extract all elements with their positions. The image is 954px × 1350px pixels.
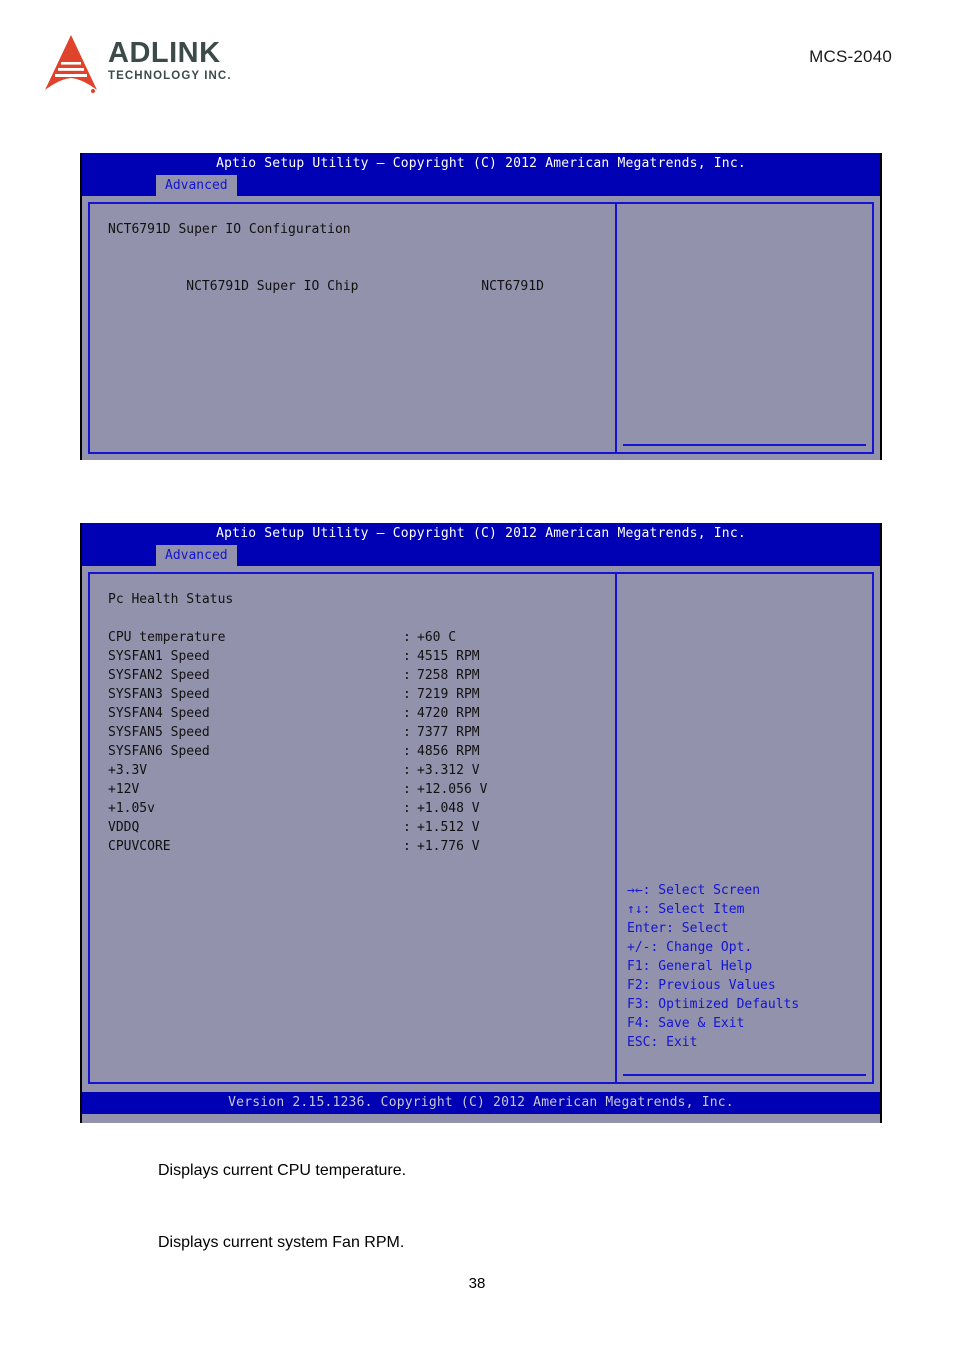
- pc-health-label: SYSFAN1 Speed: [108, 649, 210, 664]
- pc-health-row[interactable]: SYSFAN4 Speed:4720 RPM: [108, 704, 615, 723]
- pc-health-label: SYSFAN3 Speed: [108, 687, 210, 702]
- pc-health-row[interactable]: VDDQ: +1.512 V: [108, 818, 615, 837]
- pc-health-value: 4720 RPM: [417, 706, 480, 721]
- pc-health-separator: :: [403, 668, 411, 683]
- pc-health-value: +1.048 V: [417, 801, 480, 816]
- pc-health-label: SYSFAN5 Speed: [108, 725, 210, 740]
- pc-health-value: 7258 RPM: [417, 668, 480, 683]
- description-paragraph-2: Displays current system Fan RPM.: [158, 1234, 405, 1251]
- adlink-logo: ADLINK TECHNOLOGY INC.: [42, 34, 262, 96]
- help-key-line: ESC: Exit: [627, 1035, 698, 1050]
- section-title-2: Pc Health Status: [108, 592, 234, 607]
- pc-health-value: +1.512 V: [417, 820, 480, 835]
- pc-health-separator: :: [403, 744, 411, 759]
- help-key-line: →←: Select Screen: [627, 883, 761, 898]
- pc-health-label: SYSFAN4 Speed: [108, 706, 210, 721]
- bios-screenshot-pc-health: Aptio Setup Utility – Copyright (C) 2012…: [80, 523, 882, 1123]
- section-title-1: NCT6791D Super IO Configuration: [108, 222, 351, 237]
- help-key-line: +/-: Change Opt.: [627, 940, 753, 955]
- help-key-line: Enter: Select: [627, 921, 729, 936]
- bios-tab-bar-2: Advanced: [82, 545, 880, 566]
- pc-health-value: +3.312 V: [417, 763, 480, 778]
- tab-advanced-2[interactable]: Advanced: [156, 545, 237, 566]
- pc-health-separator: :: [403, 820, 411, 835]
- pc-health-label: +3.3V: [108, 763, 148, 778]
- bios-version-text: Version 2.15.1236. Copyright (C) 2012 Am…: [228, 1095, 734, 1110]
- pc-health-separator: :: [403, 763, 411, 778]
- bios-foot-gap: [82, 1084, 880, 1092]
- description-paragraph-1: Displays current CPU temperature.: [158, 1162, 407, 1179]
- pc-health-row[interactable]: +1.05v: +1.048 V: [108, 799, 615, 818]
- pc-health-row-list: CPU temperature: +60 C SYSFAN1 Speed:4515 …: [108, 628, 615, 856]
- bios-help-pane-2: →←: Select Screen ↑↓: Select Item Enter: S…: [616, 572, 874, 1084]
- setting-value: NCT6791D: [481, 279, 544, 294]
- pc-health-row[interactable]: SYSFAN1 Speed:4515 RPM: [108, 647, 615, 666]
- pc-health-value: 7377 RPM: [417, 725, 480, 740]
- pc-health-label: +1.05v: [108, 801, 155, 816]
- pc-health-separator: :: [403, 687, 411, 702]
- pc-health-separator: :: [403, 725, 411, 740]
- bios-title-bar-2: Aptio Setup Utility – Copyright (C) 2012…: [82, 523, 880, 545]
- help-key-line: F3: Optimized Defaults: [627, 997, 800, 1012]
- document-model-label: MCS-2040: [809, 47, 892, 66]
- page-number: 38: [468, 1275, 486, 1292]
- pc-health-row[interactable]: SYSFAN5 Speed:7377 RPM: [108, 723, 615, 742]
- pc-health-label: SYSFAN6 Speed: [108, 744, 210, 759]
- pc-health-row[interactable]: SYSFAN6 Speed:4856 RPM: [108, 742, 615, 761]
- pc-health-row[interactable]: +3.3V: +3.312 V: [108, 761, 615, 780]
- bios-title-text-1: Aptio Setup Utility – Copyright (C) 2012…: [216, 156, 746, 171]
- bios-settings-pane-2: Pc Health Status CPU temperature: +60 C SY…: [88, 572, 616, 1084]
- pc-health-value: 7219 RPM: [417, 687, 480, 702]
- pc-health-separator: :: [403, 649, 411, 664]
- pc-health-label: CPUVCORE: [108, 839, 171, 854]
- pc-health-value: +1.776 V: [417, 839, 480, 854]
- bios-tab-bar-1: Advanced: [82, 175, 880, 196]
- help-key-line: ↑↓: Select Item: [627, 902, 745, 917]
- pc-health-row[interactable]: SYSFAN2 Speed:7258 RPM: [108, 666, 615, 685]
- help-separator-2: [623, 1074, 866, 1076]
- pc-health-row[interactable]: +12V: +12.056 V: [108, 780, 615, 799]
- help-key-line: F4: Save & Exit: [627, 1016, 745, 1031]
- setting-row-super-io-chip[interactable]: NCT6791D Super IO Chip NCT6791D: [108, 258, 615, 315]
- help-key-line: F1: General Help: [627, 959, 753, 974]
- pc-health-value: 4515 RPM: [417, 649, 480, 664]
- help-separator-1: [623, 444, 866, 446]
- help-key-line: F2: Previous Values: [627, 978, 776, 993]
- bios-title-bar-1: Aptio Setup Utility – Copyright (C) 2012…: [82, 153, 880, 175]
- bios-screenshot-super-io: Aptio Setup Utility – Copyright (C) 2012…: [80, 153, 882, 460]
- pc-health-label: +12V: [108, 782, 140, 797]
- pc-health-label: SYSFAN2 Speed: [108, 668, 210, 683]
- pc-health-row[interactable]: CPU temperature: +60 C: [108, 628, 615, 647]
- pc-health-value: 4856 RPM: [417, 744, 480, 759]
- tab-advanced-1[interactable]: Advanced: [156, 175, 237, 196]
- pc-health-value: +12.056 V: [417, 782, 488, 797]
- pc-health-separator: :: [403, 782, 411, 797]
- logo-tagline: TECHNOLOGY INC.: [108, 70, 232, 82]
- pc-health-value: +60 C: [417, 630, 457, 645]
- bios-help-pane-1: [616, 202, 874, 454]
- logo-brand-name: ADLINK: [108, 37, 221, 69]
- bios-key-help-list: →←: Select Screen ↑↓: Select Item Enter: S…: [627, 881, 799, 1052]
- page-header: ADLINK TECHNOLOGY INC. MCS-2040: [0, 0, 954, 110]
- pc-health-separator: :: [403, 801, 411, 816]
- pc-health-row[interactable]: SYSFAN3 Speed:7219 RPM: [108, 685, 615, 704]
- bios-footer-bar: Version 2.15.1236. Copyright (C) 2012 Am…: [82, 1092, 880, 1114]
- pc-health-label: VDDQ: [108, 820, 140, 835]
- bios-body-1: NCT6791D Super IO Configuration NCT6791D…: [82, 202, 880, 454]
- bios-body-2: Pc Health Status CPU temperature: +60 C SY…: [82, 572, 880, 1084]
- pc-health-separator: :: [403, 630, 411, 645]
- setting-label: NCT6791D Super IO Chip: [186, 279, 359, 294]
- bios-settings-pane-1: NCT6791D Super IO Configuration NCT6791D…: [88, 202, 616, 454]
- pc-health-separator: :: [403, 706, 411, 721]
- adlink-logo-text: ADLINK TECHNOLOGY INC.: [108, 39, 232, 83]
- pc-health-separator: :: [403, 839, 411, 854]
- pc-health-row[interactable]: CPUVCORE: +1.776 V: [108, 837, 615, 856]
- bios-title-text-2: Aptio Setup Utility – Copyright (C) 2012…: [216, 526, 746, 541]
- adlink-arrow-logo-icon: [45, 35, 97, 93]
- pc-health-label: CPU temperature: [108, 630, 226, 645]
